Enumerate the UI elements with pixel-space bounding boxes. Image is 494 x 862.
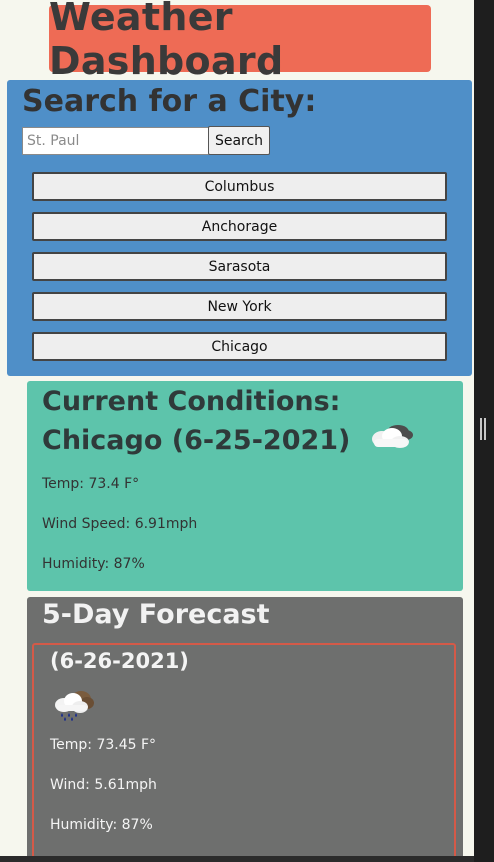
rain-cloud-icon <box>52 688 96 726</box>
resize-handle-line <box>484 418 486 440</box>
forecast-humidity: Humidity: 87% <box>50 817 153 833</box>
forecast-panel: 5-Day Forecast (6-26-2021) Temp: 73.45 F… <box>27 597 463 856</box>
search-heading: Search for a City: <box>22 84 317 119</box>
forecast-wind: Wind: 5.61mph <box>50 777 157 793</box>
current-conditions-panel: Current Conditions: Chicago (6-25-2021) … <box>27 381 463 591</box>
partly-cloudy-icon <box>368 421 414 462</box>
city-history-button-columbus[interactable]: Columbus <box>32 172 447 201</box>
forecast-temp: Temp: 73.45 F° <box>50 737 157 753</box>
forecast-date: (6-26-2021) <box>50 649 189 673</box>
window-bottom-edge <box>0 856 474 862</box>
search-panel: Search for a City: Search Columbus Ancho… <box>7 80 472 376</box>
current-wind: Wind Speed: 6.91mph <box>42 516 198 532</box>
forecast-day-card: (6-26-2021) Temp: 73.45 F° Wind: 5.61mph… <box>32 643 456 856</box>
city-history-button-sarasota[interactable]: Sarasota <box>32 252 447 281</box>
city-history-button-new-york[interactable]: New York <box>32 292 447 321</box>
forecast-heading: 5-Day Forecast <box>42 599 270 630</box>
city-history-button-anchorage[interactable]: Anchorage <box>32 212 447 241</box>
current-conditions-title: Current Conditions: Chicago (6-25-2021) <box>42 386 351 456</box>
search-history-list: Columbus Anchorage Sarasota New York Chi… <box>32 172 447 372</box>
current-humidity: Humidity: 87% <box>42 556 145 572</box>
page-title: Weather Dashboard <box>49 0 431 83</box>
current-conditions-heading: Current Conditions: Chicago (6-25-2021) <box>42 383 452 462</box>
resize-handle[interactable] <box>480 418 482 440</box>
search-button[interactable]: Search <box>208 126 270 155</box>
current-temp: Temp: 73.4 F° <box>42 476 140 492</box>
city-history-button-chicago[interactable]: Chicago <box>32 332 447 361</box>
city-search-input[interactable] <box>22 127 210 155</box>
weather-dashboard-page: Weather Dashboard Search for a City: Sea… <box>0 0 474 856</box>
